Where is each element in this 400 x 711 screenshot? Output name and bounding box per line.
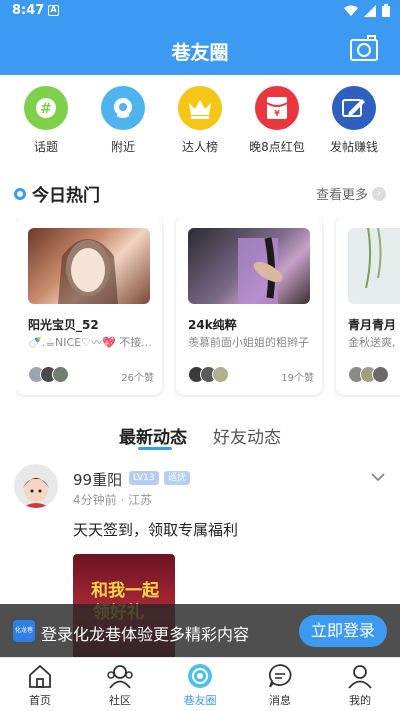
card-avatars bbox=[348, 366, 389, 383]
wifi-icon bbox=[344, 5, 358, 16]
app-logo: 化龙巷 bbox=[13, 620, 35, 642]
hot-card[interactable]: 24k纯粹 羡慕前面小姐姐的粗辫子 19个赞 bbox=[176, 217, 322, 395]
card-desc: 金秋送爽, bbox=[348, 336, 396, 349]
status-time: 8:47 bbox=[12, 3, 45, 18]
avatar bbox=[372, 366, 389, 383]
nav-messages[interactable]: 消息 bbox=[240, 658, 320, 711]
quick-actions: # 话题 附近 达人榜 ¥ 晚8点红包 发帖赚钱 bbox=[0, 86, 400, 156]
page-title: 巷友圈 bbox=[171, 42, 229, 64]
card-photo bbox=[348, 228, 400, 304]
bullet-icon bbox=[14, 187, 26, 200]
hot-title: 今日热门 bbox=[32, 186, 100, 206]
quick-action-label: 达人榜 bbox=[181, 140, 218, 154]
post-meta: 4分钟前 · 江苏 bbox=[73, 493, 153, 507]
post-text: 天天签到，领取专属福利 bbox=[73, 521, 239, 539]
status-bar: 8:47 A bbox=[0, 0, 400, 22]
nav-community[interactable]: 社区 bbox=[80, 658, 160, 711]
quick-action-topic[interactable]: # 话题 bbox=[8, 86, 84, 156]
bottom-nav: 首页 社区 巷友圈 消息 我的 bbox=[0, 657, 400, 711]
nav-label: 消息 bbox=[269, 694, 291, 707]
nav-label: 首页 bbox=[29, 694, 51, 707]
see-more-link[interactable]: 查看更多 › bbox=[316, 184, 386, 203]
quick-action-nearby[interactable]: 附近 bbox=[85, 86, 161, 156]
tab-latest[interactable]: 最新动态 bbox=[119, 423, 187, 448]
hot-card[interactable]: 青月青月 金秋送爽, bbox=[336, 217, 400, 395]
quick-action-post-earn[interactable]: 发帖赚钱 bbox=[316, 86, 392, 156]
card-name: 青月青月 bbox=[348, 318, 397, 332]
red-envelope-icon: ¥ bbox=[255, 86, 299, 130]
hot-cards: 阳光宝贝_52 🍼.☕NICE♡〰💖 不接... 26个赞 24k纯粹 羡慕前面… bbox=[16, 217, 400, 397]
quick-action-red-envelope[interactable]: ¥ 晚8点红包 bbox=[239, 86, 315, 156]
quick-action-label: 晚8点红包 bbox=[249, 140, 305, 154]
role-badge: 巡抚 bbox=[164, 471, 191, 485]
login-banner-text: 登录化龙巷体验更多精彩内容 bbox=[41, 625, 250, 644]
hashtag-icon: # bbox=[24, 86, 68, 130]
status-icons bbox=[344, 4, 390, 17]
nav-profile[interactable]: 我的 bbox=[320, 658, 400, 711]
chevron-right-icon: › bbox=[372, 186, 386, 201]
chevron-down-icon[interactable] bbox=[370, 471, 386, 483]
see-more-label: 查看更多 bbox=[315, 188, 368, 203]
home-icon bbox=[29, 664, 51, 688]
location-pin-icon bbox=[101, 86, 145, 130]
card-photo bbox=[28, 228, 150, 304]
camera-icon[interactable] bbox=[350, 35, 378, 61]
avatar bbox=[212, 366, 229, 383]
card-desc: 🍼.☕NICE♡〰💖 不接... bbox=[28, 336, 152, 349]
quick-action-label: 发帖赚钱 bbox=[329, 140, 378, 154]
section-title: 今日热门 bbox=[14, 181, 100, 206]
edit-post-icon bbox=[332, 86, 376, 130]
tab-indicator bbox=[138, 447, 172, 450]
nav-home[interactable]: 首页 bbox=[0, 658, 80, 711]
card-name: 阳光宝贝_52 bbox=[28, 318, 99, 332]
friends-circle-icon bbox=[188, 664, 212, 688]
crown-icon bbox=[178, 86, 222, 130]
hot-card[interactable]: 阳光宝贝_52 🍼.☕NICE♡〰💖 不接... 26个赞 bbox=[16, 217, 162, 395]
login-banner: 化龙巷 登录化龙巷体验更多精彩内容 立即登录 bbox=[0, 604, 400, 657]
login-button[interactable]: 立即登录 bbox=[299, 615, 387, 647]
notification-badge: A bbox=[48, 5, 59, 16]
quick-action-ranking[interactable]: 达人榜 bbox=[162, 86, 238, 156]
battery-icon bbox=[382, 4, 390, 17]
level-badge: LV13 bbox=[129, 471, 159, 485]
card-likes: 26个赞 bbox=[121, 373, 154, 384]
card-name: 24k纯粹 bbox=[188, 318, 237, 332]
signal-icon bbox=[364, 4, 376, 17]
nav-label: 社区 bbox=[109, 694, 131, 707]
card-avatars bbox=[28, 366, 69, 383]
card-desc: 羡慕前面小姐姐的粗辫子 bbox=[188, 336, 309, 349]
quick-action-label: 话题 bbox=[33, 140, 58, 154]
avatar bbox=[52, 366, 69, 383]
nav-friends-circle[interactable]: 巷友圈 bbox=[160, 658, 240, 711]
quick-action-label: 附近 bbox=[110, 140, 135, 154]
nav-label: 巷友圈 bbox=[183, 694, 217, 707]
svg-text:¥: ¥ bbox=[274, 109, 280, 118]
community-icon bbox=[107, 665, 133, 689]
card-likes: 19个赞 bbox=[281, 373, 314, 384]
tab-friends[interactable]: 好友动态 bbox=[213, 423, 281, 448]
post-username[interactable]: 99重阳 bbox=[73, 469, 122, 490]
avatar[interactable] bbox=[14, 464, 58, 508]
card-photo bbox=[188, 228, 310, 304]
card-avatars bbox=[188, 366, 229, 383]
svg-text:#: # bbox=[40, 101, 52, 117]
nav-label: 我的 bbox=[349, 694, 371, 707]
profile-icon bbox=[348, 665, 372, 689]
message-icon bbox=[268, 664, 292, 688]
